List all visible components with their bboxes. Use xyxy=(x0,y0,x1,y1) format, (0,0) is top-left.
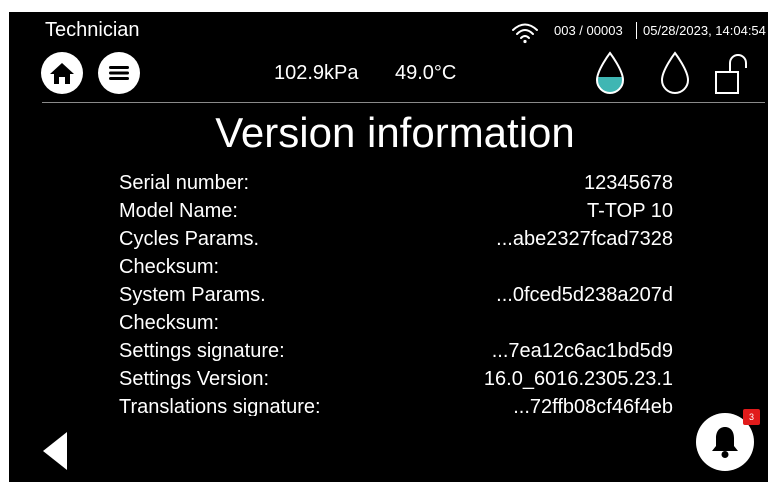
info-label: Settings Version: xyxy=(119,368,270,390)
info-label: Cycles Params. Checksum: xyxy=(119,228,260,278)
info-value: ...0fced5d238a207d xyxy=(496,284,673,306)
water-drop-outline-icon[interactable] xyxy=(659,50,691,96)
info-label: Settings signature: xyxy=(119,340,285,362)
notification-badge: 3 xyxy=(743,409,760,425)
header-divider xyxy=(42,102,765,103)
temperature-readout: 49.0°C xyxy=(395,62,457,84)
menu-button[interactable] xyxy=(98,52,140,94)
info-value: 12345678 xyxy=(584,172,673,194)
status-separator xyxy=(636,22,637,39)
info-label: Serial number: xyxy=(119,172,250,194)
info-value: ...7ea12c6ac1bd5d9 xyxy=(491,340,673,362)
info-value: ...abe2327fcad7328 xyxy=(496,228,673,250)
date-time: 05/28/2023, 14:04:54 xyxy=(643,23,766,38)
wifi-icon xyxy=(512,23,538,44)
info-row-settings-signature: Settings signature: ...7ea12c6ac1bd5d9 xyxy=(119,337,673,365)
info-row-serial-number: Serial number: 12345678 xyxy=(119,169,673,197)
info-label: Model Name: xyxy=(119,200,238,222)
menu-icon xyxy=(109,66,129,80)
pressure-readout: 102.9kPa xyxy=(274,62,359,84)
info-value: 16.0_6016.2305.23.1 xyxy=(483,368,673,390)
info-row-translations-signature: Translations signature: ...72ffb08cf46f4… xyxy=(119,393,673,416)
device-screen: Technician 003 / 00003 05/28/2023, 14:04… xyxy=(9,12,768,482)
info-row-model-name: Model Name: T-TOP 10 xyxy=(119,197,673,225)
info-label: Translations signature: xyxy=(119,396,321,416)
info-value: T-TOP 10 xyxy=(587,200,673,222)
cycle-counter: 003 / 00003 xyxy=(554,23,623,38)
home-icon xyxy=(50,63,74,84)
info-value: ...72ffb08cf46f4eb xyxy=(513,396,673,416)
back-arrow-icon[interactable] xyxy=(41,430,69,472)
home-button[interactable] xyxy=(41,52,83,94)
info-row-system-params-checksum: System Params. Checksum: ...0fced5d238a2… xyxy=(119,281,673,337)
user-role-label: Technician xyxy=(45,19,140,41)
version-info-table: Serial number: 12345678 Model Name: T-TO… xyxy=(119,169,673,416)
bell-icon xyxy=(712,427,738,458)
info-row-settings-version: Settings Version: 16.0_6016.2305.23.1 xyxy=(119,365,673,393)
info-label: System Params. Checksum: xyxy=(119,284,266,334)
water-drop-filled-icon[interactable] xyxy=(594,50,626,96)
page-title: Version information xyxy=(215,109,575,156)
info-row-cycles-params-checksum: Cycles Params. Checksum: ...abe2327fcad7… xyxy=(119,225,673,281)
unlock-icon[interactable] xyxy=(714,52,754,96)
